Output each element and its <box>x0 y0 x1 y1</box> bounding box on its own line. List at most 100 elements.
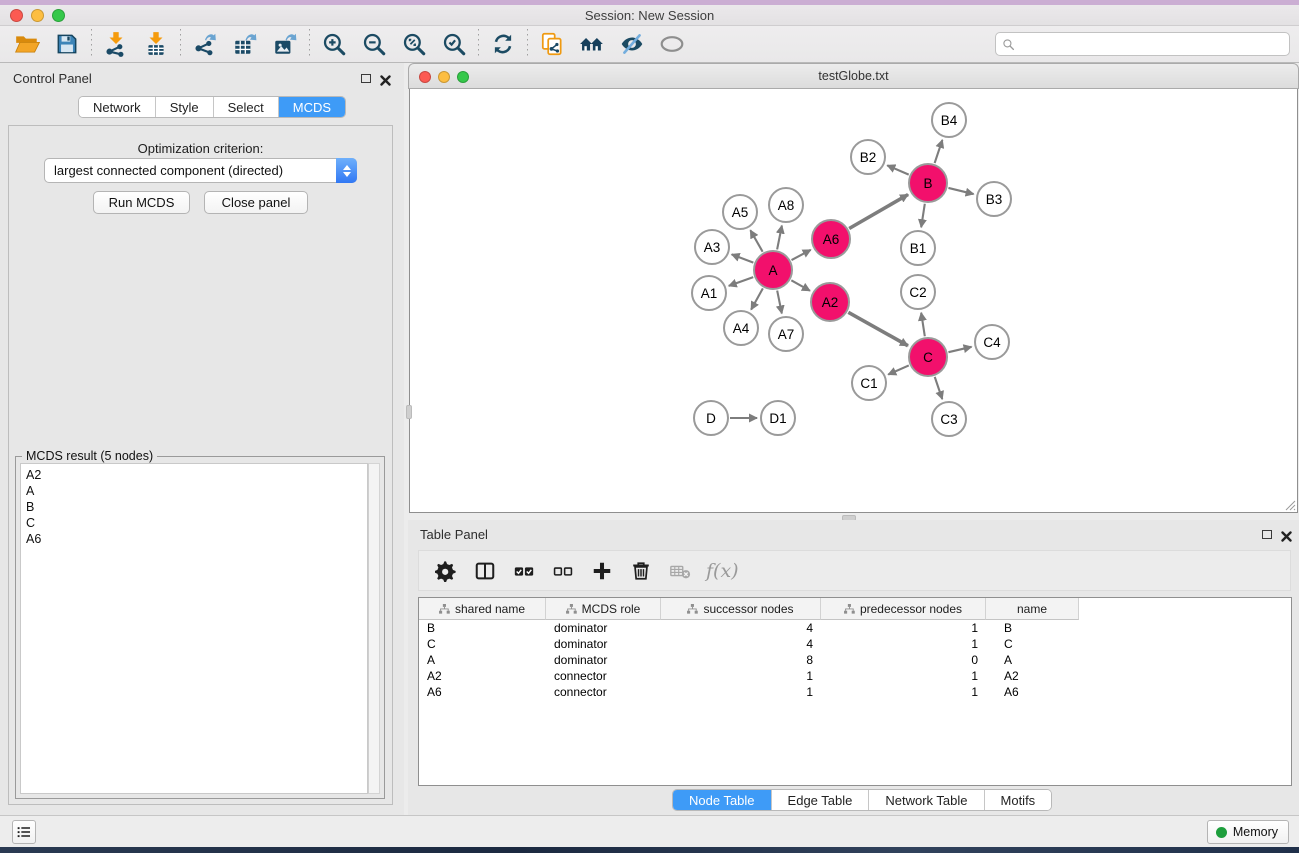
tab-mcds[interactable]: MCDS <box>279 97 345 117</box>
network-canvas[interactable]: B4 B2 B B3 B1 A5 A8 A3 A6 A A1 C2 A4A7A2 C C4 C1 C3 D D1 <box>409 89 1298 513</box>
graph-node-A7[interactable]: A7 <box>768 316 804 352</box>
graph-node-A1[interactable]: A1 <box>691 275 727 311</box>
graph-node-D[interactable]: D <box>693 400 729 436</box>
home-layout-icon[interactable] <box>572 29 612 59</box>
result-list-scrollbar[interactable] <box>368 463 380 794</box>
graph-edge-B-B3[interactable] <box>948 188 973 194</box>
graph-edge-A-A4[interactable] <box>751 288 763 309</box>
graph-node-B[interactable]: B <box>908 163 948 203</box>
close-panel-button[interactable]: Close panel <box>204 191 308 214</box>
graph-edge-A6-B[interactable] <box>849 194 908 228</box>
graph-edge-A-A6[interactable] <box>792 250 811 260</box>
hide-details-icon[interactable] <box>612 29 652 59</box>
column-header-MCDS-role[interactable]: MCDS role <box>546 598 661 620</box>
graph-node-B4[interactable]: B4 <box>931 102 967 138</box>
refresh-view-icon[interactable] <box>483 29 523 59</box>
table-row[interactable]: Adominator80A <box>419 652 1291 668</box>
zoom-fit-icon[interactable] <box>394 29 434 59</box>
graph-node-A3[interactable]: A3 <box>694 229 730 265</box>
graph-edge-A-A1[interactable] <box>729 277 753 286</box>
export-image-icon[interactable] <box>265 29 305 59</box>
task-history-button[interactable] <box>12 820 36 844</box>
column-header-successor-nodes[interactable]: successor nodes <box>661 598 821 620</box>
close-table-panel-icon[interactable] <box>1281 529 1292 540</box>
graph-edge-B-B1[interactable] <box>921 204 925 227</box>
deselect-all-checks-icon[interactable] <box>548 556 578 586</box>
graph-node-A[interactable]: A <box>753 250 793 290</box>
graph-edge-B-B2[interactable] <box>887 165 908 174</box>
result-item[interactable]: A <box>26 483 367 499</box>
graph-node-C4[interactable]: C4 <box>974 324 1010 360</box>
float-table-panel-icon[interactable] <box>1262 530 1272 539</box>
graph-node-A6[interactable]: A6 <box>811 219 851 259</box>
graph-node-B3[interactable]: B3 <box>976 181 1012 217</box>
graph-node-A2[interactable]: A2 <box>810 282 850 322</box>
optimization-criterion-dropdown[interactable]: largest connected component (directed) <box>44 158 357 183</box>
graph-node-B1[interactable]: B1 <box>900 230 936 266</box>
graph-edge-B-B4[interactable] <box>935 140 943 163</box>
table-settings-gear-icon[interactable] <box>431 556 461 586</box>
close-panel-icon[interactable] <box>380 73 391 84</box>
graph-node-A5[interactable]: A5 <box>722 194 758 230</box>
graph-edge-C-C3[interactable] <box>935 377 943 399</box>
graph-node-C1[interactable]: C1 <box>851 365 887 401</box>
show-details-icon[interactable] <box>652 29 692 59</box>
table-row[interactable]: A6connector11A6 <box>419 684 1291 700</box>
column-header-name[interactable]: name <box>986 598 1079 620</box>
tab-select[interactable]: Select <box>214 97 279 117</box>
result-item[interactable]: A6 <box>26 531 367 547</box>
delete-column-icon[interactable] <box>626 556 656 586</box>
graph-node-D1[interactable]: D1 <box>760 400 796 436</box>
open-folder-icon[interactable] <box>7 29 47 59</box>
import-table-icon[interactable] <box>136 29 176 59</box>
table-row[interactable]: Bdominator41B <box>419 620 1291 636</box>
float-panel-icon[interactable] <box>361 74 371 83</box>
zoom-in-icon[interactable] <box>314 29 354 59</box>
left-splitter-handle[interactable] <box>406 405 412 419</box>
graph-edge-C-C1[interactable] <box>888 365 909 374</box>
export-table-icon[interactable] <box>225 29 265 59</box>
graph-edge-C-C2[interactable] <box>921 313 925 336</box>
graph-node-A4[interactable]: A4 <box>723 310 759 346</box>
graph-edge-A-A5[interactable] <box>750 230 762 251</box>
graph-edge-C-C4[interactable] <box>948 347 971 352</box>
tab-style[interactable]: Style <box>156 97 214 117</box>
graph-node-A8[interactable]: A8 <box>768 187 804 223</box>
result-item[interactable]: A2 <box>26 467 367 483</box>
tab-node-table[interactable]: Node Table <box>673 790 772 810</box>
table-row[interactable]: A2connector11A2 <box>419 668 1291 684</box>
result-item[interactable]: C <box>26 515 367 531</box>
resize-grip-icon[interactable] <box>1284 499 1296 511</box>
graph-edge-A-A3[interactable] <box>732 254 754 262</box>
function-builder-icon[interactable]: f(x) <box>706 560 739 582</box>
copy-network-icon[interactable] <box>532 29 572 59</box>
column-header-shared-name[interactable]: shared name <box>419 598 546 620</box>
export-network-icon[interactable] <box>185 29 225 59</box>
graph-edge-A-A8[interactable] <box>777 226 782 250</box>
column-header-predecessor-nodes[interactable]: predecessor nodes <box>821 598 986 620</box>
tab-edge-table[interactable]: Edge Table <box>772 790 870 810</box>
zoom-out-icon[interactable] <box>354 29 394 59</box>
graph-edge-A2-C[interactable] <box>848 312 908 345</box>
table-row[interactable]: Cdominator41C <box>419 636 1291 652</box>
toggle-columns-icon[interactable] <box>470 556 500 586</box>
add-column-icon[interactable] <box>587 556 617 586</box>
memory-button[interactable]: Memory <box>1207 820 1289 844</box>
graph-node-C2[interactable]: C2 <box>900 274 936 310</box>
tab-network-table[interactable]: Network Table <box>869 790 984 810</box>
select-all-checks-icon[interactable] <box>509 556 539 586</box>
graph-node-B2[interactable]: B2 <box>850 139 886 175</box>
search-input[interactable] <box>995 32 1290 56</box>
tab-motifs[interactable]: Motifs <box>985 790 1052 810</box>
zoom-selected-icon[interactable] <box>434 29 474 59</box>
graph-node-C3[interactable]: C3 <box>931 401 967 437</box>
graph-edge-A-A2[interactable] <box>791 280 810 290</box>
graph-edge-A-A7[interactable] <box>777 291 782 314</box>
run-mcds-button[interactable]: Run MCDS <box>93 191 190 214</box>
delete-table-icon[interactable] <box>665 556 695 586</box>
tab-network[interactable]: Network <box>79 97 156 117</box>
result-item[interactable]: B <box>26 499 367 515</box>
graph-node-C[interactable]: C <box>908 337 948 377</box>
import-network-icon[interactable] <box>96 29 136 59</box>
save-session-icon[interactable] <box>47 29 87 59</box>
